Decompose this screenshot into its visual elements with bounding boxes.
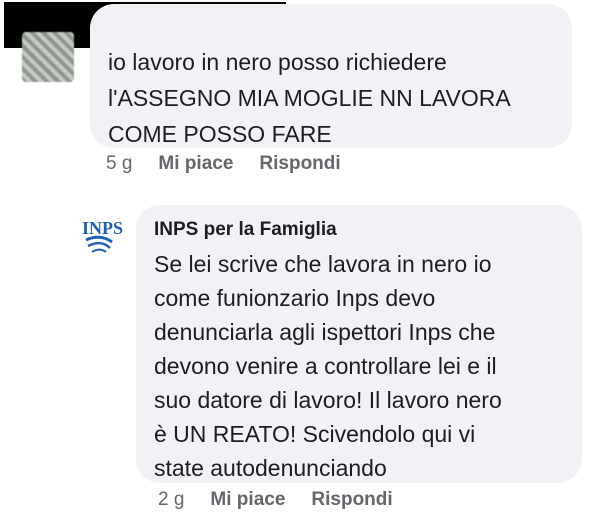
comment-line: devono venire a controllare lei e il (154, 353, 497, 379)
comment-text: Se lei scrive che lavora in nero io come… (154, 247, 574, 485)
comment-line: è UN REATO! Scivendolo qui vi (154, 421, 476, 447)
reply-button[interactable]: Rispondi (311, 489, 392, 511)
like-button[interactable]: Mi piace (210, 489, 285, 511)
comment-line: io lavoro in nero posso richiedere (108, 49, 447, 75)
comment-line: come funionzario Inps devo (154, 285, 436, 311)
comment-line: state autodenunciando (154, 455, 387, 481)
comment-line: suo datore di lavoro! Il lavoro nero (154, 387, 502, 413)
comment-line: Se lei scrive che lavora in nero io (154, 251, 492, 277)
comment-author[interactable]: INPS per la Famiglia (154, 219, 337, 241)
comment-bubble: io lavoro in nero posso richiedere l'ASS… (90, 4, 572, 148)
comment-timestamp[interactable]: 2 g (158, 489, 184, 511)
inps-logo-text: INPS (82, 218, 123, 238)
avatar-pixelated[interactable] (22, 32, 74, 82)
comment-timestamp[interactable]: 5 g (106, 153, 132, 175)
comment-line: COME POSSO FARE (108, 121, 332, 147)
comment-actions: 5 g Mi piace Rispondi (106, 153, 341, 175)
reply-bubble: INPS per la Famiglia Se lei scrive che l… (136, 205, 582, 483)
comment-text: io lavoro in nero posso richiedere l'ASS… (108, 44, 511, 152)
comment-line: l'ASSEGNO MIA MOGLIE NN LAVORA (108, 85, 511, 111)
reply-button[interactable]: Rispondi (259, 153, 340, 175)
inps-logo-icon[interactable]: INPS (80, 212, 126, 256)
comment-line: denunciarla agli ispettori Inps che (154, 319, 496, 345)
reply-actions: 2 g Mi piace Rispondi (158, 489, 393, 511)
like-button[interactable]: Mi piace (158, 153, 233, 175)
